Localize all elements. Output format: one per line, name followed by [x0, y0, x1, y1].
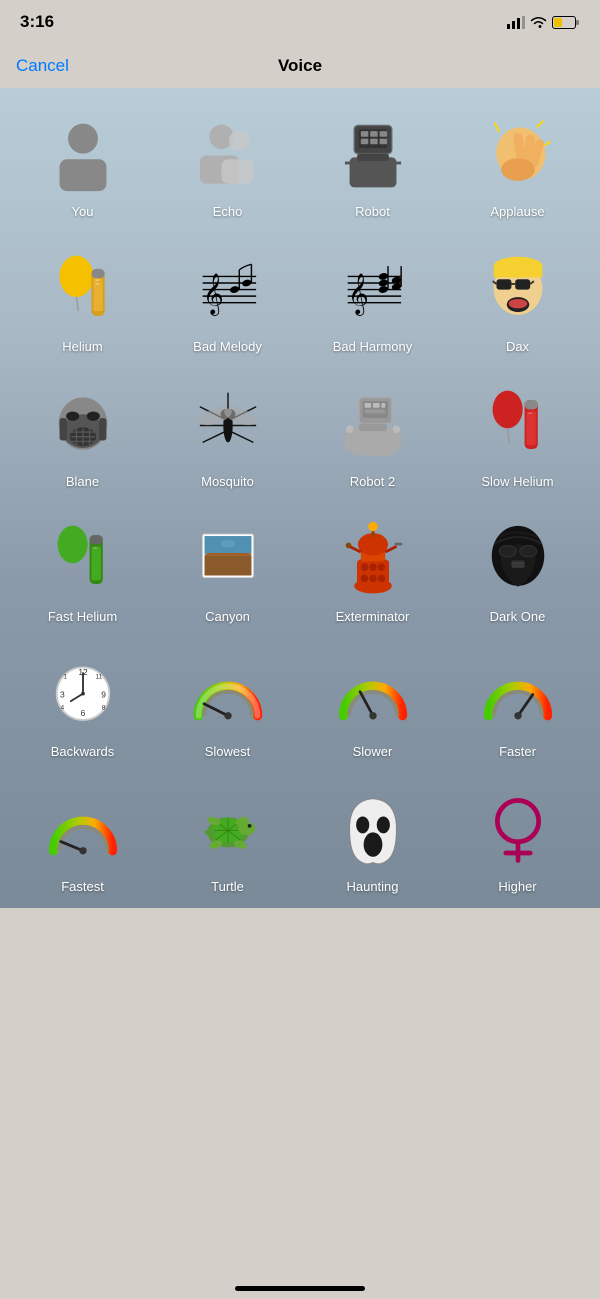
- bad-melody-icon: 𝄞: [183, 245, 273, 335]
- cancel-button[interactable]: Cancel: [16, 56, 69, 76]
- voice-item-slow-helium[interactable]: Slow Helium: [445, 368, 590, 503]
- svg-text:𝄞: 𝄞: [202, 272, 223, 315]
- voice-item-bad-harmony[interactable]: 𝄞 Bad Harmony: [300, 233, 445, 368]
- status-time: 3:16: [20, 12, 54, 32]
- robot-label: Robot: [355, 204, 390, 219]
- voice-item-higher[interactable]: Higher: [445, 773, 590, 908]
- canyon-icon: [183, 515, 273, 605]
- fast-helium-icon: [38, 515, 128, 605]
- bad-melody-label: Bad Melody: [193, 339, 262, 354]
- dax-label: Dax: [506, 339, 529, 354]
- svg-text:3: 3: [60, 689, 65, 699]
- voice-item-mosquito[interactable]: Mosquito: [155, 368, 300, 503]
- voice-item-applause[interactable]: Applause: [445, 98, 590, 233]
- turtle-icon: [183, 785, 273, 875]
- fastest-label: Fastest: [61, 879, 104, 894]
- voice-item-canyon[interactable]: Canyon: [155, 503, 300, 638]
- helium-icon: [38, 245, 128, 335]
- voice-item-echo[interactable]: Echo: [155, 98, 300, 233]
- voice-item-you[interactable]: You: [10, 98, 155, 233]
- backwards-icon: 12 6 3 9 11 1 8 4: [38, 650, 128, 740]
- blane-label: Blane: [66, 474, 99, 489]
- applause-label: Applause: [490, 204, 544, 219]
- voice-item-robot[interactable]: Robot: [300, 98, 445, 233]
- fastest-gauge-icon: [38, 785, 128, 875]
- higher-label: Higher: [498, 879, 536, 894]
- robot2-label: Robot 2: [350, 474, 396, 489]
- faster-label: Faster: [499, 744, 536, 759]
- voice-grid: You Echo: [10, 98, 590, 908]
- you-icon: [38, 110, 128, 200]
- applause-icon: [473, 110, 563, 200]
- exterminator-label: Exterminator: [336, 609, 410, 624]
- mosquito-icon: [183, 380, 273, 470]
- slow-helium-label: Slow Helium: [481, 474, 553, 489]
- echo-icon: [183, 110, 273, 200]
- voice-item-turtle[interactable]: Turtle: [155, 773, 300, 908]
- faster-gauge-icon: [473, 650, 563, 740]
- voice-item-fast-helium[interactable]: Fast Helium: [10, 503, 155, 638]
- fast-helium-label: Fast Helium: [48, 609, 117, 624]
- voice-item-fastest[interactable]: Fastest: [10, 773, 155, 908]
- svg-text:11: 11: [95, 673, 102, 680]
- backwards-label: Backwards: [51, 744, 115, 759]
- slowest-label: Slowest: [205, 744, 251, 759]
- dark-one-label: Dark One: [490, 609, 546, 624]
- voice-item-bad-melody[interactable]: 𝄞 Bad Melody: [155, 233, 300, 368]
- voice-item-haunting[interactable]: Haunting: [300, 773, 445, 908]
- page-title: Voice: [278, 56, 322, 76]
- voice-item-exterminator[interactable]: Exterminator: [300, 503, 445, 638]
- bad-harmony-icon: 𝄞: [328, 245, 418, 335]
- dark-one-icon: [473, 515, 563, 605]
- slower-label: Slower: [353, 744, 393, 759]
- dax-icon: [473, 245, 563, 335]
- slow-helium-icon: [473, 380, 563, 470]
- higher-icon: [473, 785, 563, 875]
- slower-gauge-icon: [328, 650, 418, 740]
- voice-item-slowest[interactable]: Slowest: [155, 638, 300, 773]
- nav-bar: Cancel Voice: [0, 44, 600, 88]
- status-bar: 3:16: [0, 0, 600, 44]
- svg-text:4: 4: [60, 704, 64, 711]
- mosquito-label: Mosquito: [201, 474, 254, 489]
- robot2-icon: [328, 380, 418, 470]
- svg-text:𝄞: 𝄞: [347, 272, 368, 315]
- voice-grid-container: You Echo: [0, 88, 600, 908]
- voice-item-dark-one[interactable]: Dark One: [445, 503, 590, 638]
- helium-label: Helium: [62, 339, 102, 354]
- voice-item-blane[interactable]: Blane: [10, 368, 155, 503]
- voice-item-dax[interactable]: Dax: [445, 233, 590, 368]
- haunting-label: Haunting: [346, 879, 398, 894]
- robot-icon: [328, 110, 418, 200]
- canyon-label: Canyon: [205, 609, 250, 624]
- turtle-label: Turtle: [211, 879, 244, 894]
- signal-icon: [507, 16, 525, 29]
- voice-item-faster[interactable]: Faster: [445, 638, 590, 773]
- svg-text:6: 6: [80, 708, 85, 718]
- svg-text:1: 1: [63, 673, 67, 680]
- home-indicator: [235, 1286, 365, 1291]
- voice-item-slower[interactable]: Slower: [300, 638, 445, 773]
- blane-icon: [38, 380, 128, 470]
- svg-text:9: 9: [101, 689, 106, 699]
- status-icons: [507, 16, 580, 29]
- svg-text:8: 8: [101, 704, 105, 711]
- you-label: You: [72, 204, 94, 219]
- voice-item-backwards[interactable]: 12 6 3 9 11 1 8 4 Backwards: [10, 638, 155, 773]
- slowest-gauge-icon: [183, 650, 273, 740]
- haunting-icon: [328, 785, 418, 875]
- voice-item-helium[interactable]: Helium: [10, 233, 155, 368]
- voice-item-robot2[interactable]: Robot 2: [300, 368, 445, 503]
- exterminator-icon: [328, 515, 418, 605]
- wifi-icon: [530, 16, 547, 29]
- echo-label: Echo: [213, 204, 243, 219]
- battery-icon: [552, 16, 580, 29]
- bad-harmony-label: Bad Harmony: [333, 339, 412, 354]
